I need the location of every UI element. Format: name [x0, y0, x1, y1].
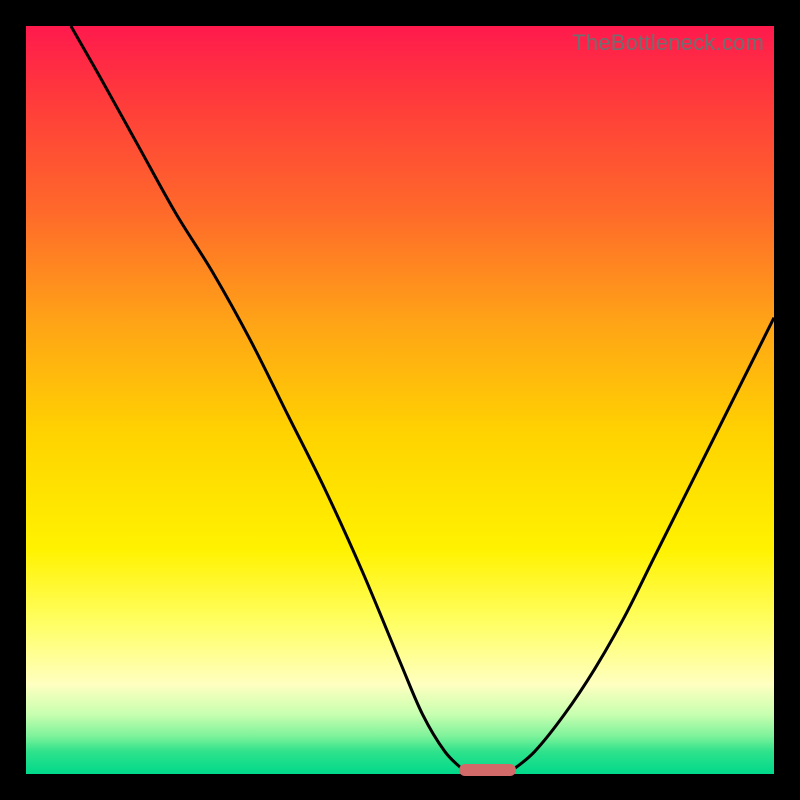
chart-frame: TheBottleneck.com	[0, 0, 800, 800]
curve-left-branch	[71, 26, 464, 770]
optimum-marker	[459, 764, 515, 776]
plot-area: TheBottleneck.com	[26, 26, 774, 774]
curve-right-branch	[512, 318, 774, 771]
bottleneck-curve	[26, 26, 774, 774]
